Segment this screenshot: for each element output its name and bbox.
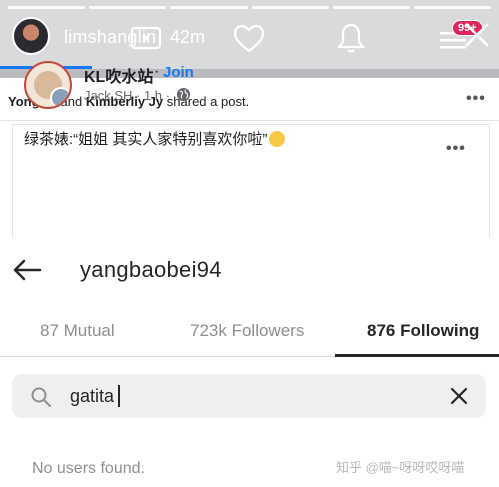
post-more-options-icon[interactable]: •••: [446, 140, 466, 158]
join-button[interactable]: Join: [163, 64, 194, 81]
profile-username: yangbaobei94: [80, 257, 222, 282]
post-author-meta: Jack SH · 1 h ·: [84, 88, 170, 103]
globe-icon: [176, 87, 191, 102]
text-caret: [118, 385, 120, 407]
bell-icon[interactable]: [336, 22, 366, 54]
emoji-icon: [269, 131, 286, 147]
story-avatar[interactable]: [12, 17, 50, 55]
shared-post-section: Yong Qi and Kimberliy Jy shared a post. …: [0, 78, 499, 244]
tab-followers[interactable]: 723k Followers: [190, 321, 304, 341]
clear-search-icon[interactable]: [449, 386, 469, 406]
empty-state-message: No users found.: [32, 460, 145, 477]
watermark: 知乎 @喵~呀呀哎呀喵: [336, 460, 465, 475]
post-text: 绿茶婊:“姐姐 其实人家特别喜欢你啦”: [24, 128, 286, 149]
more-options-icon[interactable]: •••: [466, 90, 486, 108]
story-progress-bar: [8, 6, 492, 9]
heart-icon[interactable]: [233, 24, 265, 54]
story-header: limshanglin 42m 99+: [0, 0, 499, 78]
page-name[interactable]: KL吹水站: [84, 63, 153, 87]
tab-following[interactable]: 876 Following: [367, 321, 479, 341]
igtv-icon[interactable]: [130, 24, 162, 52]
tab-mutual[interactable]: 87 Mutual: [40, 321, 115, 341]
divider: [0, 120, 499, 121]
back-arrow-icon[interactable]: [12, 258, 42, 282]
following-screen: yangbaobei94 87 Mutual 723k Followers 87…: [0, 238, 499, 487]
search-icon: [31, 387, 51, 407]
search-input[interactable]: [70, 385, 430, 407]
active-tab-indicator: [335, 354, 499, 357]
dot-separator: ·: [154, 63, 160, 80]
page-avatar[interactable]: [24, 61, 72, 109]
post-text-content: 绿茶婊:“姐姐 其实人家特别喜欢你啦”: [24, 131, 268, 148]
close-icon[interactable]: [462, 20, 492, 50]
story-time: 42m: [170, 27, 206, 47]
divider: [0, 69, 499, 78]
